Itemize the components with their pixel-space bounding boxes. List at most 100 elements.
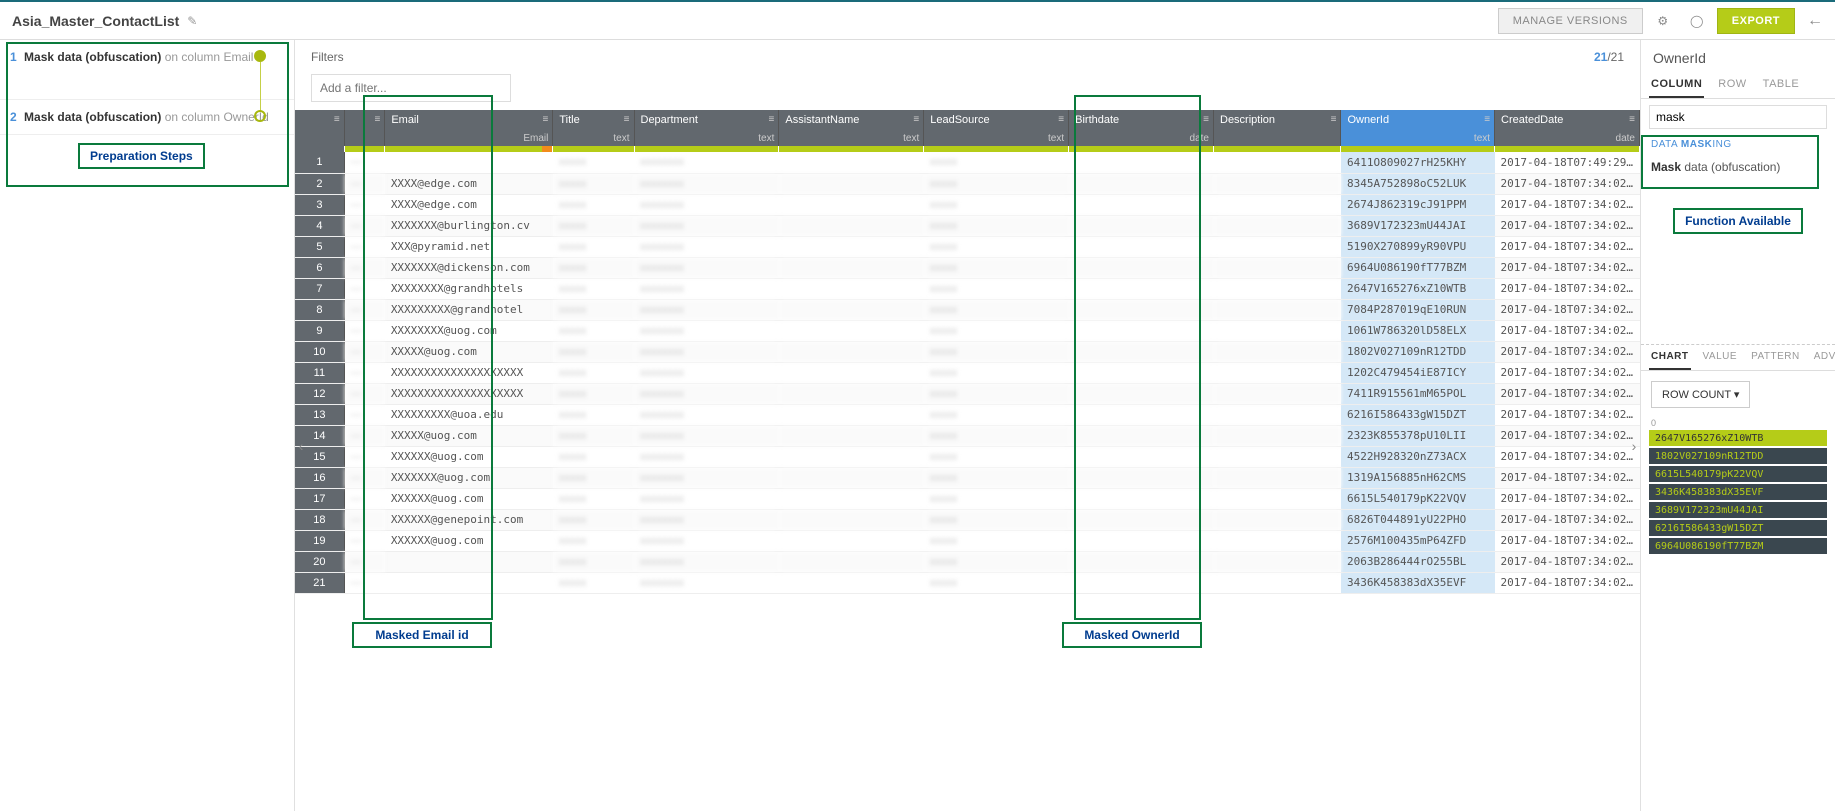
chart-bar-row[interactable]: 6216I586433gW15DZT xyxy=(1649,520,1827,536)
tab-chart[interactable]: CHART xyxy=(1649,345,1691,370)
col-header-birthdate[interactable]: ≡Birthdatedate xyxy=(1069,110,1214,146)
column-menu-icon[interactable]: ≡ xyxy=(1484,114,1490,125)
col-header-department[interactable]: ≡Departmenttext xyxy=(634,110,779,146)
tab-table[interactable]: TABLE xyxy=(1761,72,1802,98)
tab-value[interactable]: VALUE xyxy=(1701,345,1740,370)
cell-ownerid: 2576M100435mP64ZFD xyxy=(1341,530,1495,551)
prep-step[interactable]: 2 Mask data (obfuscation) on column Owne… xyxy=(0,100,294,135)
table-row[interactable]: 16—XXXXXXX@uog.comxxxxxxxxxxxxxxxxxx1319… xyxy=(295,467,1640,488)
row-number: 16 xyxy=(295,467,344,488)
tab-column[interactable]: COLUMN xyxy=(1649,72,1704,98)
column-menu-icon[interactable]: ≡ xyxy=(1203,114,1209,125)
rowcount-dropdown[interactable]: ROW COUNT ▾ xyxy=(1651,381,1750,408)
table-row[interactable]: 7—XXXXXXXX@grandhotelsxxxxxxxxxxxxxxxxxx… xyxy=(295,278,1640,299)
chart-bar-row[interactable]: 3689V172323mU44JAI xyxy=(1649,502,1827,518)
cell-department: xxxxxxxx xyxy=(634,572,779,593)
cell-createddate: 2017-04-18T07:34:02.0 xyxy=(1495,278,1640,299)
back-icon[interactable]: ← xyxy=(1807,12,1823,30)
cell-email: XXXXXXXXX@uoa.edu xyxy=(385,404,553,425)
chart-bar-row[interactable]: 6964U086190fT77BZM xyxy=(1649,538,1827,554)
col-header-ownerid[interactable]: ≡OwnerIdtext xyxy=(1341,110,1495,146)
table-row[interactable]: 3—XXXX@edge.comxxxxxxxxxxxxxxxxxx2674J86… xyxy=(295,194,1640,215)
cell-createddate: 2017-04-18T07:34:02.0 xyxy=(1495,362,1640,383)
quality-cell xyxy=(385,146,553,152)
cell-createddate: 2017-04-18T07:34:02.0 xyxy=(1495,446,1640,467)
table-row[interactable]: 9—XXXXXXXX@uog.comxxxxxxxxxxxxxxxxxx1061… xyxy=(295,320,1640,341)
tab-pattern[interactable]: PATTERN xyxy=(1749,345,1802,370)
col-type: text xyxy=(613,133,629,144)
manage-versions-button[interactable]: MANAGE VERSIONS xyxy=(1498,8,1643,34)
tab-row[interactable]: ROW xyxy=(1716,72,1748,98)
table-row[interactable]: 15—XXXXXX@uog.comxxxxxxxxxxxxxxxxxx4522H… xyxy=(295,446,1640,467)
export-button[interactable]: EXPORT xyxy=(1717,8,1795,34)
row-number: 8 xyxy=(295,299,344,320)
chart-bar-row[interactable]: 2647V165276xZ10WTB xyxy=(1649,430,1827,446)
col-name: CreatedDate xyxy=(1501,114,1563,126)
table-row[interactable]: 5—XXX@pyramid.netxxxxxxxxxxxxxxxxxx5190X… xyxy=(295,236,1640,257)
cell-department: xxxxxxxx xyxy=(634,383,779,404)
table-row[interactable]: 18—XXXXXX@genepoint.comxxxxxxxxxxxxxxxxx… xyxy=(295,509,1640,530)
col-type: text xyxy=(1474,133,1490,144)
cell-createddate: 2017-04-18T07:34:02.0 xyxy=(1495,299,1640,320)
column-menu-icon[interactable]: ≡ xyxy=(1629,114,1635,125)
column-menu-icon[interactable]: ≡ xyxy=(913,114,919,125)
table-row[interactable]: 12—XXXXXXXXXXXXXXXXXXXXxxxxxxxxxxxxxxxxx… xyxy=(295,383,1640,404)
grid-wrap[interactable]: ≡≡≡EmailEmail≡Titletext≡Departmenttext≡A… xyxy=(295,110,1640,811)
cell-blurred: — xyxy=(344,299,385,320)
prep-step[interactable]: 1 Mask data (obfuscation) on column Emai… xyxy=(0,40,294,100)
cell-ownerid: 1802V027109nR12TDD xyxy=(1341,341,1495,362)
cell-blurred: — xyxy=(344,467,385,488)
column-menu-icon[interactable]: ≡ xyxy=(624,114,630,125)
cell-birthdate xyxy=(1069,173,1214,194)
cell-title: xxxxx xyxy=(553,467,634,488)
function-search-input[interactable] xyxy=(1649,105,1827,129)
col-header-title[interactable]: ≡Titletext xyxy=(553,110,634,146)
function-item-mask-data[interactable]: Mask data (obfuscation) xyxy=(1641,154,1835,180)
col-header-email[interactable]: ≡EmailEmail xyxy=(385,110,553,146)
table-row[interactable]: 21—xxxxxxxxxxxxxxxxxx3436K458383dX35EVF2… xyxy=(295,572,1640,593)
column-menu-icon[interactable]: ≡ xyxy=(543,114,549,125)
column-menu-icon[interactable]: ≡ xyxy=(1331,114,1337,125)
table-row[interactable]: 4—XXXXXXX@burlington.cvxxxxxxxxxxxxxxxxx… xyxy=(295,215,1640,236)
add-filter-input[interactable] xyxy=(311,74,511,102)
gear-icon[interactable]: ⚙ xyxy=(1649,7,1677,35)
chart-bar-row[interactable]: 1802V027109nR12TDD xyxy=(1649,448,1827,464)
rename-icon[interactable]: ✎ xyxy=(187,14,197,28)
table-row[interactable]: 19—XXXXXX@uog.comxxxxxxxxxxxxxxxxxx2576M… xyxy=(295,530,1640,551)
table-row[interactable]: 1—xxxxxxxxxxxxxxxxxx6411O809027rH25KHY20… xyxy=(295,152,1640,173)
collapse-left-icon[interactable]: ‹ xyxy=(293,426,309,466)
cell-title: xxxxx xyxy=(553,257,634,278)
table-row[interactable]: 14—XXXXX@uog.comxxxxxxxxxxxxxxxxxx2323K8… xyxy=(295,425,1640,446)
col-header-createddate[interactable]: ≡CreatedDatedate xyxy=(1495,110,1640,146)
cell-birthdate xyxy=(1069,257,1214,278)
table-row[interactable]: 11—XXXXXXXXXXXXXXXXXXXXxxxxxxxxxxxxxxxxx… xyxy=(295,362,1640,383)
collapse-right-icon[interactable]: › xyxy=(1626,426,1642,466)
cell-leadsource: xxxxx xyxy=(924,215,1069,236)
chart-bar-row[interactable]: 3436K458383dX35EVF xyxy=(1649,484,1827,500)
table-row[interactable]: 2—XXXX@edge.comxxxxxxxxxxxxxxxxxx8345A75… xyxy=(295,173,1640,194)
cell-ownerid: 5190X270899yR90VPU xyxy=(1341,236,1495,257)
steps-list: 1 Mask data (obfuscation) on column Emai… xyxy=(0,40,294,135)
cell-title: xxxxx xyxy=(553,194,634,215)
table-row[interactable]: 8—XXXXXXXXX@grandhotelxxxxxxxxxxxxxxxxxx… xyxy=(295,299,1640,320)
col-header-leadsource[interactable]: ≡LeadSourcetext xyxy=(924,110,1069,146)
column-menu-icon[interactable]: ≡ xyxy=(769,114,775,125)
col-header-assistantname[interactable]: ≡AssistantNametext xyxy=(779,110,924,146)
table-row[interactable]: 10—XXXXX@uog.comxxxxxxxxxxxxxxxxxx1802V0… xyxy=(295,341,1640,362)
table-row[interactable]: 20—xxxxxxxxxxxxxxxxxx2063B286444rO255BL2… xyxy=(295,551,1640,572)
table-row[interactable]: 13—XXXXXXXXX@uoa.eduxxxxxxxxxxxxxxxxxx62… xyxy=(295,404,1640,425)
col-header-description[interactable]: ≡Description xyxy=(1214,110,1341,146)
cell-blurred: — xyxy=(344,215,385,236)
chart-bar-row[interactable]: 6615L540179pK22VQV xyxy=(1649,466,1827,482)
column-menu-icon[interactable]: ≡ xyxy=(374,114,380,125)
help-icon[interactable]: ◯ xyxy=(1683,7,1711,35)
table-row[interactable]: 6—XXXXXXX@dickenson.comxxxxxxxxxxxxxxxxx… xyxy=(295,257,1640,278)
column-menu-icon[interactable]: ≡ xyxy=(1058,114,1064,125)
chart-bars: 2647V165276xZ10WTB 1802V027109nR12TDD 6615… xyxy=(1641,428,1835,556)
cell-assistant xyxy=(779,236,924,257)
col-header[interactable]: ≡ xyxy=(344,110,385,146)
center-panel: ‹ › Filters 21/21 ≡≡≡EmailEmail≡Titletex… xyxy=(295,40,1640,811)
annotation-function-available: Function Available xyxy=(1673,208,1803,234)
table-row[interactable]: 17—XXXXXX@uog.comxxxxxxxxxxxxxxxxxx6615L… xyxy=(295,488,1640,509)
tab-advanced[interactable]: ADVANCED xyxy=(1812,345,1835,370)
